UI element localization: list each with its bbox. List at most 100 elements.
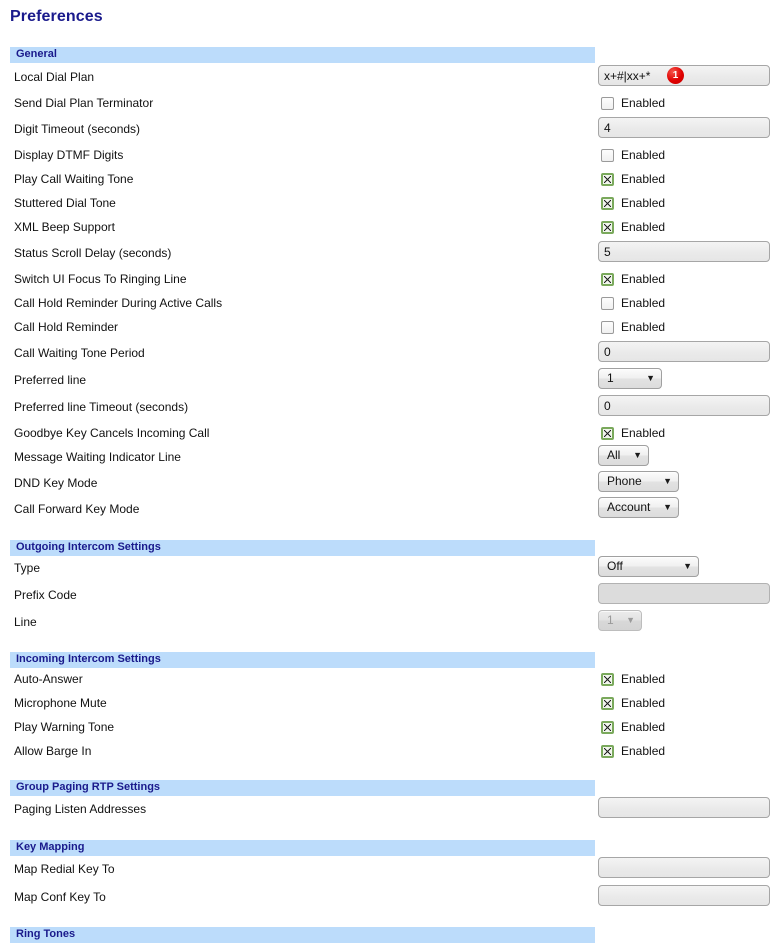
chevron-down-icon: ▼ xyxy=(683,561,692,571)
row-label-goodbye-key-cancels: Goodbye Key Cancels Incoming Call xyxy=(14,426,210,440)
mwi-line-dropdown[interactable]: All ▼ xyxy=(598,445,649,466)
checked-checkbox-icon[interactable] xyxy=(601,696,614,710)
row-label-auto-answer: Auto-Answer xyxy=(14,672,83,686)
section-header-key-mapping: Key Mapping xyxy=(10,840,595,856)
map-conf-key-input[interactable] xyxy=(598,885,770,906)
play-warning-tone-checkbox-row[interactable]: Enabled xyxy=(601,718,665,736)
local-dial-plan-input[interactable] xyxy=(598,65,770,86)
chevron-down-icon: ▼ xyxy=(633,450,642,460)
section-title: Incoming Intercom Settings xyxy=(16,653,161,665)
preferred-line-dropdown[interactable]: 1 ▼ xyxy=(598,368,662,389)
stuttered-dial-tone-checkbox-row[interactable]: Enabled xyxy=(601,194,665,212)
row-label-intercom-prefix-code: Prefix Code xyxy=(14,588,77,602)
status-scroll-delay-input[interactable] xyxy=(598,241,770,262)
goodbye-key-cancels-checkbox-row[interactable]: Enabled xyxy=(601,424,665,442)
enabled-label: Enabled xyxy=(621,96,666,110)
enabled-label: Enabled xyxy=(621,426,666,440)
section-header-ring-tones: Ring Tones xyxy=(10,927,595,943)
section-title: Outgoing Intercom Settings xyxy=(16,541,161,553)
chevron-down-icon: ▼ xyxy=(646,373,655,383)
row-label-play-warning-tone: Play Warning Tone xyxy=(14,720,115,734)
call-hold-active-checkbox-row[interactable]: Enabled xyxy=(601,294,665,312)
enabled-label: Enabled xyxy=(621,320,666,334)
microphone-mute-checkbox-row[interactable]: Enabled xyxy=(601,694,665,712)
dropdown-selected-value: 1 xyxy=(607,371,614,385)
enabled-label: Enabled xyxy=(621,744,666,758)
enabled-label: Enabled xyxy=(621,296,666,310)
checked-checkbox-icon[interactable] xyxy=(601,196,614,210)
row-label-allow-barge-in: Allow Barge In xyxy=(14,744,92,758)
section-title: Group Paging RTP Settings xyxy=(16,781,161,793)
checked-checkbox-icon[interactable] xyxy=(601,720,614,734)
row-label-display-dtmf-digits: Display DTMF Digits xyxy=(14,148,124,162)
xml-beep-support-checkbox-row[interactable]: Enabled xyxy=(601,218,665,236)
enabled-label: Enabled xyxy=(621,696,666,710)
display-dtmf-digits-checkbox-row[interactable]: Enabled xyxy=(601,146,665,164)
dropdown-selected-value: 1 xyxy=(607,613,614,627)
chevron-down-icon: ▼ xyxy=(626,615,635,625)
intercom-type-dropdown[interactable]: Off ▼ xyxy=(598,556,699,577)
preferred-line-timeout-input[interactable] xyxy=(598,395,770,416)
page-title: Preferences xyxy=(10,8,103,25)
section-header-group-paging-rtp: Group Paging RTP Settings xyxy=(10,780,595,796)
section-title: Ring Tones xyxy=(16,928,76,940)
unchecked-checkbox-icon[interactable] xyxy=(601,148,614,162)
row-label-xml-beep-support: XML Beep Support xyxy=(14,220,115,234)
checked-checkbox-icon[interactable] xyxy=(601,172,614,186)
preferences-page: Preferences General Local Dial Plan Send D… xyxy=(0,0,779,945)
call-waiting-period-input[interactable] xyxy=(598,341,770,362)
row-label-dnd-key-mode: DND Key Mode xyxy=(14,476,98,490)
auto-answer-checkbox-row[interactable]: Enabled xyxy=(601,670,665,688)
row-label-paging-listen-addresses: Paging Listen Addresses xyxy=(14,802,147,816)
dnd-key-mode-dropdown[interactable]: Phone ▼ xyxy=(598,471,679,492)
enabled-label: Enabled xyxy=(621,196,666,210)
row-label-preferred-line: Preferred line xyxy=(14,373,87,387)
switch-ui-focus-checkbox-row[interactable]: Enabled xyxy=(601,270,665,288)
unchecked-checkbox-icon[interactable] xyxy=(601,296,614,310)
unchecked-checkbox-icon[interactable] xyxy=(601,96,614,110)
allow-barge-in-checkbox-row[interactable]: Enabled xyxy=(601,742,665,760)
row-label-stuttered-dial-tone: Stuttered Dial Tone xyxy=(14,196,116,210)
dropdown-selected-value: All xyxy=(607,448,621,462)
row-label-local-dial-plan: Local Dial Plan xyxy=(14,70,95,84)
map-redial-key-input[interactable] xyxy=(598,857,770,878)
section-title: Key Mapping xyxy=(16,841,85,853)
chevron-down-icon: ▼ xyxy=(663,502,672,512)
checked-checkbox-icon[interactable] xyxy=(601,220,614,234)
row-label-send-dial-plan-term: Send Dial Plan Terminator xyxy=(14,96,154,110)
call-hold-reminder-checkbox-row[interactable]: Enabled xyxy=(601,318,665,336)
row-label-map-conf-key: Map Conf Key To xyxy=(14,890,106,904)
enabled-label: Enabled xyxy=(621,220,666,234)
intercom-prefix-code-input xyxy=(598,583,770,604)
section-header-general: General xyxy=(10,47,595,63)
annotation-badge-1: 1 xyxy=(667,67,684,84)
dropdown-selected-value: Phone xyxy=(607,474,642,488)
row-label-digit-timeout: Digit Timeout (seconds) xyxy=(14,122,141,136)
row-label-intercom-line: Line xyxy=(14,615,37,629)
section-header-incoming-intercom: Incoming Intercom Settings xyxy=(10,652,595,668)
chevron-down-icon: ▼ xyxy=(663,476,672,486)
row-label-status-scroll-delay: Status Scroll Delay (seconds) xyxy=(14,246,172,260)
intercom-line-dropdown: 1 ▼ xyxy=(598,610,642,631)
unchecked-checkbox-icon[interactable] xyxy=(601,320,614,334)
play-call-waiting-tone-checkbox-row[interactable]: Enabled xyxy=(601,170,665,188)
send-dial-plan-term-checkbox-row[interactable]: Enabled xyxy=(601,94,665,112)
paging-listen-addresses-input[interactable] xyxy=(598,797,770,818)
enabled-label: Enabled xyxy=(621,148,666,162)
checked-checkbox-icon[interactable] xyxy=(601,672,614,686)
section-title: General xyxy=(16,48,57,60)
dropdown-selected-value: Off xyxy=(607,559,623,573)
checked-checkbox-icon[interactable] xyxy=(601,272,614,286)
row-label-switch-ui-focus: Switch UI Focus To Ringing Line xyxy=(14,272,187,286)
checked-checkbox-icon[interactable] xyxy=(601,744,614,758)
row-label-preferred-line-timeout: Preferred line Timeout (seconds) xyxy=(14,400,189,414)
digit-timeout-input[interactable] xyxy=(598,117,770,138)
row-label-call-hold-active: Call Hold Reminder During Active Calls xyxy=(14,296,223,310)
dropdown-selected-value: Account xyxy=(607,500,651,514)
call-forward-key-mode-dropdown[interactable]: Account ▼ xyxy=(598,497,679,518)
section-header-outgoing-intercom: Outgoing Intercom Settings xyxy=(10,540,595,556)
row-label-mwi-line: Message Waiting Indicator Line xyxy=(14,450,181,464)
checked-checkbox-icon[interactable] xyxy=(601,426,614,440)
row-label-call-hold-reminder: Call Hold Reminder xyxy=(14,320,119,334)
row-label-play-call-waiting-tone: Play Call Waiting Tone xyxy=(14,172,134,186)
